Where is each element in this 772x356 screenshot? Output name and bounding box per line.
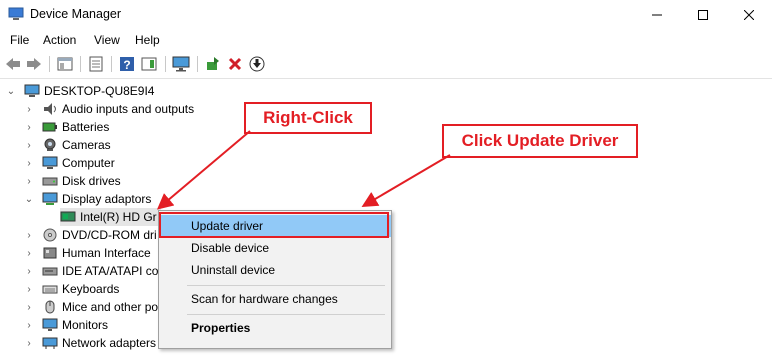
hid-icon xyxy=(43,247,57,259)
root-collapse-icon[interactable]: ⌄ xyxy=(6,82,16,100)
update-driver-highlight xyxy=(159,212,389,238)
tree-item-audio[interactable]: Audio inputs and outputs xyxy=(42,100,194,118)
menu-item-uninstall-device[interactable]: Uninstall device xyxy=(159,259,391,281)
menu-action[interactable]: Action xyxy=(43,33,76,47)
tree-item-label: Audio inputs and outputs xyxy=(62,102,195,116)
expand-icon[interactable]: › xyxy=(24,100,34,118)
expand-icon[interactable]: › xyxy=(24,244,34,262)
tree-item-label: Keyboards xyxy=(62,282,120,296)
update-driver-icon[interactable] xyxy=(204,55,222,73)
expand-icon[interactable]: › xyxy=(24,172,34,190)
expand-icon[interactable]: › xyxy=(24,226,34,244)
tree-item-monitors[interactable]: Monitors xyxy=(42,316,108,334)
svg-text:?: ? xyxy=(123,58,130,72)
forward-icon[interactable] xyxy=(25,55,43,73)
menu-separator xyxy=(187,314,385,315)
minimize-icon xyxy=(652,14,662,16)
expand-icon[interactable]: › xyxy=(24,298,34,316)
computer-icon xyxy=(42,156,58,169)
tree-item-hid[interactable]: Human Interface xyxy=(42,244,151,262)
tree-item-disk-drives[interactable]: Disk drives xyxy=(42,172,121,190)
properties-icon[interactable] xyxy=(87,55,105,73)
close-icon xyxy=(744,10,754,20)
back-icon[interactable] xyxy=(4,55,22,73)
tree-item-label: Computer xyxy=(62,156,115,170)
tree-item-label: IDE ATA/ATAPI co xyxy=(62,264,159,278)
maximize-button[interactable] xyxy=(680,0,726,30)
tree-item-computer[interactable]: Computer xyxy=(42,154,115,172)
menu-file[interactable]: File xyxy=(10,33,29,47)
menu-item-disable-device[interactable]: Disable device xyxy=(159,237,391,259)
tree-item-label: Mice and other po xyxy=(62,300,159,314)
expand-icon[interactable]: › xyxy=(24,118,34,136)
display-card-icon xyxy=(60,211,76,222)
show-hide-icon[interactable] xyxy=(56,55,74,73)
menu-separator xyxy=(187,285,385,286)
keyboard-icon xyxy=(42,285,58,294)
right-click-callout: Right-Click xyxy=(244,102,372,134)
tree-item-label: Display adaptors xyxy=(62,192,152,206)
tree-item-intel-hd-graphics[interactable]: Intel(R) HD Gr xyxy=(60,208,161,226)
tree-root[interactable]: DESKTOP-QU8E9I4 xyxy=(24,82,154,100)
tree-item-label: Batteries xyxy=(62,120,110,134)
download-icon[interactable] xyxy=(248,55,266,73)
title-bar: Device Manager xyxy=(0,0,772,30)
tree-item-keyboards[interactable]: Keyboards xyxy=(42,280,119,298)
mouse-icon xyxy=(45,300,55,314)
expand-icon[interactable]: › xyxy=(24,262,34,280)
close-button[interactable] xyxy=(726,0,772,30)
computer-icon xyxy=(24,84,40,97)
dvd-icon xyxy=(43,228,57,242)
tree-item-label: Intel(R) HD Gr xyxy=(80,210,157,224)
menu-item-scan-hardware[interactable]: Scan for hardware changes xyxy=(159,288,391,310)
tree-item-cameras[interactable]: Cameras xyxy=(42,136,111,154)
battery-icon xyxy=(42,122,57,132)
expand-icon[interactable]: › xyxy=(24,136,34,154)
menu-help[interactable]: Help xyxy=(135,33,160,47)
menu-item-properties[interactable]: Properties xyxy=(159,317,391,339)
monitor-icon[interactable] xyxy=(172,55,190,73)
menu-bar: File Action View Help xyxy=(0,30,772,50)
menu-view[interactable]: View xyxy=(94,33,120,47)
action-pane-icon[interactable] xyxy=(140,55,158,73)
tree-item-label: Cameras xyxy=(62,138,111,152)
ide-icon xyxy=(42,267,58,276)
tree-item-network[interactable]: Network adapters xyxy=(42,334,156,352)
tree-item-mice[interactable]: Mice and other po xyxy=(42,298,158,316)
maximize-icon xyxy=(698,10,708,20)
tree-item-display-adaptors[interactable]: Display adaptors xyxy=(42,190,151,208)
tree-item-label: Human Interface xyxy=(62,246,151,260)
toolbar: ? xyxy=(0,50,772,79)
camera-icon xyxy=(44,138,56,151)
update-driver-callout: Click Update Driver xyxy=(442,124,638,158)
expand-icon[interactable]: › xyxy=(24,334,34,352)
tree-item-dvd[interactable]: DVD/CD-ROM dri xyxy=(42,226,157,244)
disk-icon xyxy=(42,177,58,186)
speaker-icon xyxy=(44,103,56,115)
device-manager-icon xyxy=(8,7,24,20)
tree-item-label: Monitors xyxy=(62,318,109,332)
tree-item-ide[interactable]: IDE ATA/ATAPI co xyxy=(42,262,158,280)
collapse-icon[interactable]: ⌄ xyxy=(24,190,34,208)
minimize-button[interactable] xyxy=(634,0,680,30)
expand-icon[interactable]: › xyxy=(24,280,34,298)
tree-item-label: Network adapters xyxy=(62,336,157,350)
uninstall-icon[interactable] xyxy=(226,55,244,73)
expand-icon[interactable]: › xyxy=(24,316,34,334)
tree-item-label: DVD/CD-ROM dri xyxy=(62,228,157,242)
window-title: Device Manager xyxy=(30,7,122,21)
root-label: DESKTOP-QU8E9I4 xyxy=(44,84,155,98)
network-icon xyxy=(42,337,58,349)
tree-item-batteries[interactable]: Batteries xyxy=(42,118,109,136)
tree-item-label: Disk drives xyxy=(62,174,121,188)
help-icon[interactable]: ? xyxy=(118,55,136,73)
display-icon xyxy=(42,192,58,205)
expand-icon[interactable]: › xyxy=(24,154,34,172)
monitor-icon xyxy=(42,318,58,331)
